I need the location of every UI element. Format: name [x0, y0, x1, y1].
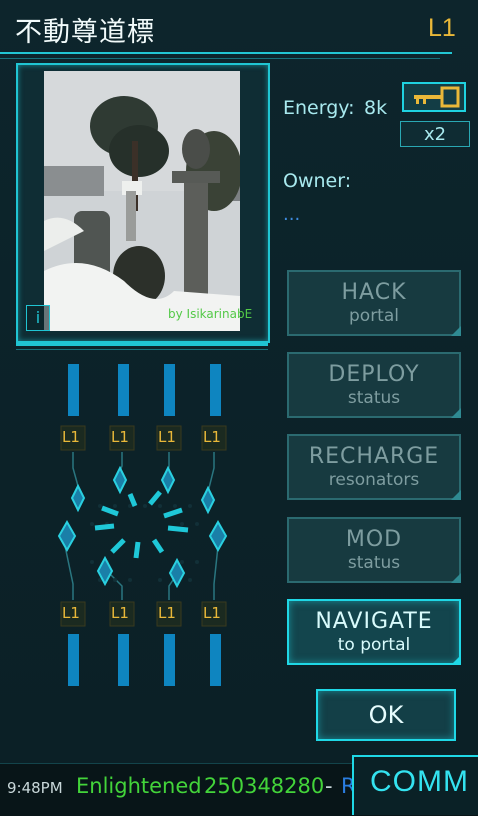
- faction-score: 250348280: [204, 774, 325, 798]
- navigate-to-portal-button[interactable]: NAVIGATE to portal: [287, 599, 461, 665]
- recharge-label: RECHARGE: [308, 444, 440, 469]
- resonator-energy-bar: [118, 634, 129, 686]
- button-corner: [451, 408, 461, 418]
- navigate-sublabel: to portal: [337, 635, 411, 655]
- photo-divider: [16, 343, 268, 346]
- resonator-level-label: L1: [158, 604, 176, 622]
- resonator-energy-bar: [164, 634, 175, 686]
- title-divider: [0, 52, 452, 54]
- energy-value: 8k: [364, 97, 388, 119]
- resonator-level-label: L1: [203, 428, 221, 446]
- hack-sublabel: portal: [349, 306, 399, 326]
- comm-label[interactable]: COMM: [370, 765, 469, 799]
- deploy-label: DEPLOY: [328, 362, 420, 387]
- button-corner: [451, 490, 461, 500]
- photo-credit: by IsikarinabE: [168, 307, 253, 321]
- portal-photo-image: [44, 71, 240, 331]
- resonator-level-label: L1: [203, 604, 221, 622]
- button-corner: [451, 655, 461, 665]
- key-count: x2: [400, 121, 470, 147]
- deploy-status-button[interactable]: DEPLOY status: [287, 352, 461, 418]
- resonator-level-label: L1: [111, 604, 129, 622]
- recharge-resonators-button[interactable]: RECHARGE resonators: [287, 434, 461, 500]
- navigate-label: NAVIGATE: [315, 609, 433, 634]
- owner-label: Owner:: [283, 170, 352, 192]
- portal-level-badge: L1: [428, 14, 456, 42]
- photo-info-icon[interactable]: i: [26, 305, 50, 331]
- hack-label: HACK: [341, 280, 407, 305]
- resonator-energy-bar: [118, 364, 129, 416]
- mod-sublabel: status: [347, 553, 401, 573]
- resonator-energy-bar: [68, 364, 79, 416]
- recharge-sublabel: resonators: [328, 470, 420, 490]
- resonator-energy-bar: [210, 364, 221, 416]
- mod-label: MOD: [345, 527, 403, 552]
- score-separator: -: [325, 774, 333, 798]
- mod-status-button[interactable]: MOD status: [287, 517, 461, 583]
- hack-portal-button[interactable]: HACK portal: [287, 270, 461, 336]
- portal-photo[interactable]: [44, 71, 240, 331]
- photo-divider-secondary: [16, 349, 268, 350]
- owner-value: ...: [283, 204, 301, 225]
- resonator-energy-bar: [68, 634, 79, 686]
- energy-label: Energy:: [283, 97, 355, 119]
- resonator-energy-bar: [164, 364, 175, 416]
- button-corner: [451, 326, 461, 336]
- faction-name: Enlightened: [76, 774, 202, 798]
- portal-title: 不動尊道標: [15, 17, 155, 48]
- ok-button[interactable]: OK: [316, 689, 456, 741]
- resonator-level-label: L1: [158, 428, 176, 446]
- resonator-level-label: L1: [62, 428, 80, 446]
- resonator-diagram: [57, 364, 228, 686]
- title-divider-secondary: [0, 58, 440, 59]
- resonator-energy-bar: [210, 634, 221, 686]
- portal-key-button[interactable]: [402, 82, 466, 112]
- key-icon: [414, 86, 460, 108]
- status-time: 9:48PM: [7, 779, 63, 797]
- resonator-level-label: L1: [62, 604, 80, 622]
- portal-photo-frame[interactable]: i by IsikarinabE: [16, 63, 270, 343]
- resonator-level-label: L1: [111, 428, 129, 446]
- button-corner: [451, 573, 461, 583]
- resonator-crystals: [57, 465, 228, 589]
- deploy-sublabel: status: [347, 388, 401, 408]
